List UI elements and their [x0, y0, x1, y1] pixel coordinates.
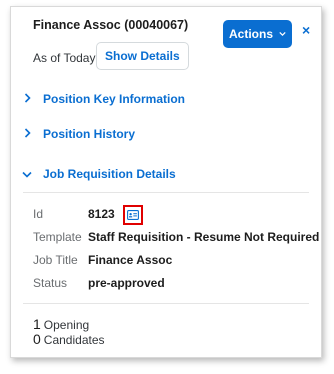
template-label: Template — [33, 230, 82, 244]
job-title-value: Finance Assoc — [88, 253, 173, 267]
section-position-history[interactable]: Position History — [11, 122, 321, 146]
section-label: Position Key Information — [43, 92, 186, 106]
section-divider — [23, 303, 309, 304]
position-details-popover: Finance Assoc (00040067) As of Today Sho… — [10, 6, 322, 358]
section-job-requisition-details[interactable]: Job Requisition Details — [11, 162, 321, 186]
job-title-label: Job Title — [33, 253, 78, 267]
id-value: 8123 — [88, 207, 115, 221]
section-label: Position History — [43, 127, 136, 141]
candidates-stat: 0 Candidates — [33, 331, 105, 347]
chevron-right-icon — [11, 127, 43, 141]
detail-row-status: Status pre-approved — [33, 276, 165, 290]
actions-label: Actions — [229, 27, 274, 41]
actions-button[interactable]: Actions — [223, 20, 292, 48]
section-label: Job Requisition Details — [43, 167, 176, 181]
openings-count: 1 — [33, 316, 41, 332]
chevron-right-icon — [11, 92, 43, 106]
openings-label: Opening — [43, 318, 90, 332]
id-label: Id — [33, 207, 44, 221]
section-position-key-information[interactable]: Position Key Information — [11, 87, 321, 111]
status-value: pre-approved — [88, 276, 165, 290]
position-title: Finance Assoc (00040067) — [33, 18, 189, 32]
id-card-icon[interactable] — [127, 210, 139, 220]
candidates-count: 0 — [33, 331, 41, 347]
chevron-down-icon — [279, 32, 286, 37]
show-details-button[interactable]: Show Details — [96, 42, 189, 70]
detail-row-job-title: Job Title Finance Assoc — [33, 253, 172, 267]
openings-stat: 1 Opening — [33, 316, 89, 332]
detail-row-template: Template Staff Requisition - Resume Not R… — [33, 230, 319, 244]
template-value: Staff Requisition - Resume Not Required — [88, 230, 320, 244]
candidates-label: Candidates — [43, 333, 105, 347]
detail-row-id: Id 8123 — [33, 207, 115, 221]
status-label: Status — [33, 276, 68, 290]
chevron-down-icon — [11, 167, 43, 181]
section-divider — [23, 192, 309, 193]
as-of-label: As of Today — [33, 51, 96, 65]
close-icon[interactable]: × — [302, 22, 310, 38]
